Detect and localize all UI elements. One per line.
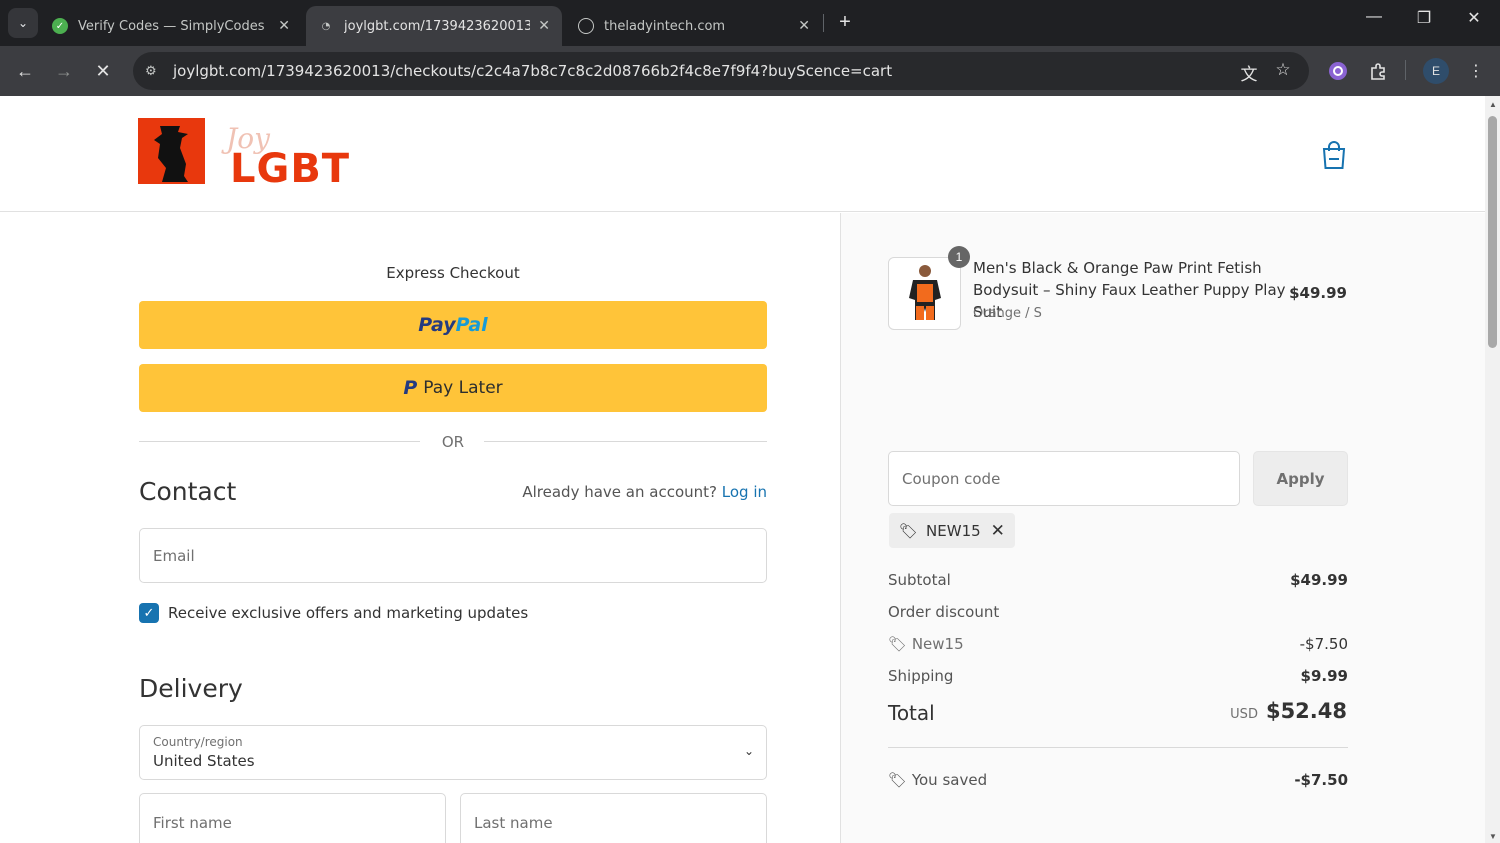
close-window-icon[interactable]: ✕ (1459, 8, 1489, 28)
last-name-field[interactable]: Last name (460, 793, 767, 843)
tab-theladyintech[interactable]: theladyintech.com ✕ (566, 6, 822, 46)
product-variant: Orange / S (973, 306, 1042, 321)
tag-icon: 🏷 (888, 635, 908, 653)
close-tab-icon[interactable]: ✕ (798, 18, 810, 34)
tag-icon: 🏷 (899, 521, 919, 540)
profile-avatar[interactable]: E (1423, 58, 1449, 84)
page-scrollbar[interactable]: ▲ ▼ (1485, 96, 1500, 843)
discount-value: -$7.50 (1299, 635, 1348, 653)
close-tab-icon[interactable]: ✕ (538, 18, 550, 34)
toolbar-divider (1405, 60, 1406, 80)
tag-icon: 🏷 (888, 771, 908, 789)
quantity-badge: 1 (948, 246, 970, 268)
applied-code: NEW15 (926, 521, 981, 540)
profile-initial: E (1431, 64, 1440, 78)
translate-icon[interactable]: 文 (1237, 60, 1261, 85)
order-summary: 1 Men's Black & Orange Paw Print Fetish … (840, 213, 1485, 843)
site-settings-icon[interactable]: ⚙ (145, 63, 163, 79)
coupon-placeholder: Coupon code (902, 470, 1001, 488)
login-link[interactable]: Log in (722, 483, 767, 501)
email-placeholder: Email (153, 547, 195, 565)
scroll-down-arrow-icon[interactable]: ▼ (1489, 832, 1497, 841)
account-prompt: Already have an account? Log in (522, 483, 767, 501)
total-label: Total (888, 701, 935, 725)
currency-code: USD (1230, 707, 1258, 722)
paypal-button[interactable]: PayPal (139, 301, 767, 349)
first-name-field[interactable]: First name (139, 793, 446, 843)
paypal-p-icon: P (403, 377, 418, 399)
checkout-page: Joy LGBT Express Checkout PayPal P Pay L… (0, 96, 1485, 843)
minimize-icon[interactable]: — (1359, 8, 1389, 26)
new-tab-plus-icon[interactable]: + (833, 10, 857, 34)
you-saved-label: You saved (911, 771, 988, 789)
shipping-row: Shipping $9.99 (888, 667, 1348, 685)
extension-purple-icon[interactable] (1325, 58, 1351, 84)
close-tab-icon[interactable]: ✕ (278, 18, 290, 34)
site-header: Joy LGBT (0, 96, 1485, 212)
restore-icon[interactable]: ❐ (1409, 8, 1439, 28)
scrollbar-thumb[interactable] (1488, 116, 1497, 348)
country-value: United States (153, 752, 255, 770)
country-label: Country/region (153, 735, 243, 749)
url-text[interactable]: joylgbt.com/1739423620013/checkouts/c2c4… (173, 62, 892, 80)
joylgbt-logo[interactable]: Joy LGBT (138, 118, 373, 192)
you-saved-row: 🏷 You saved -$7.50 (888, 771, 1348, 793)
shopping-bag-icon[interactable] (1320, 140, 1348, 170)
back-arrow-icon[interactable]: ← (13, 59, 37, 83)
or-divider: OR (139, 433, 767, 453)
marketing-label: Receive exclusive offers and marketing u… (168, 604, 529, 622)
apply-coupon-button[interactable]: Apply (1253, 451, 1348, 506)
total-amount: USD $52.48 (1230, 699, 1347, 723)
coupon-code-field[interactable]: Coupon code (888, 451, 1240, 506)
last-name-placeholder: Last name (474, 814, 553, 832)
subtotal-row: Subtotal $49.99 (888, 571, 1348, 589)
product-price: $49.99 (1289, 284, 1347, 302)
site-info-favicon-icon: ◔ (321, 20, 331, 32)
contact-heading: Contact (139, 477, 237, 506)
extensions-puzzle-icon[interactable] (1365, 58, 1391, 84)
you-saved-value: -$7.50 (1294, 771, 1348, 789)
checkout-form-column: Express Checkout PayPal P Pay Later OR C… (0, 213, 840, 843)
applied-discount-chip: 🏷 NEW15 ✕ (889, 513, 1015, 548)
delivery-heading: Delivery (139, 674, 243, 703)
marketing-opt-in[interactable]: ✓ Receive exclusive offers and marketing… (139, 603, 528, 623)
remove-discount-icon[interactable]: ✕ (991, 521, 1005, 541)
tab-simplycodes[interactable]: ✓ Verify Codes — SimplyCodes ✕ (40, 6, 302, 46)
tab-title: theladyintech.com (604, 18, 726, 34)
tab-title: Verify Codes — SimplyCodes (78, 18, 265, 34)
or-label: OR (441, 433, 465, 451)
pay-later-button[interactable]: P Pay Later (139, 364, 767, 412)
express-checkout-title: Express Checkout (386, 264, 520, 282)
discount-code-row: 🏷 New15 -$7.50 (888, 635, 1348, 657)
tab-divider (823, 14, 824, 32)
pay-later-label: Pay Later (423, 378, 503, 398)
total-value: $52.48 (1265, 699, 1347, 723)
shipping-value: $9.99 (1300, 667, 1348, 685)
globe-favicon-icon (578, 18, 594, 34)
simplycodes-favicon-icon: ✓ (52, 18, 68, 34)
summary-divider (888, 747, 1348, 748)
discount-code: New15 (911, 635, 964, 653)
tab-search-chevron-icon[interactable]: ⌄ (8, 8, 38, 38)
browser-tab-bar: ⌄ ✓ Verify Codes — SimplyCodes ✕ ◔ joylg… (0, 0, 1500, 46)
more-menu-icon[interactable]: ⋮ (1463, 58, 1489, 84)
tab-joylgbt-checkout[interactable]: ◔ joylgbt.com/1739423620013/ch ✕ (306, 6, 562, 46)
scroll-up-arrow-icon[interactable]: ▲ (1489, 100, 1497, 109)
paypal-logo: PayPal (418, 314, 488, 336)
product-thumbnail (888, 257, 961, 330)
marketing-checkbox[interactable]: ✓ (139, 603, 159, 623)
forward-arrow-icon[interactable]: → (52, 59, 76, 83)
tab-title: joylgbt.com/1739423620013/ch (344, 18, 531, 34)
country-select[interactable]: Country/region United States ⌄ (139, 725, 767, 780)
address-bar[interactable]: ⚙ joylgbt.com/1739423620013/checkouts/c2… (133, 52, 1309, 90)
stop-loading-icon[interactable]: ✕ (91, 59, 115, 83)
chevron-down-icon: ⌄ (743, 744, 754, 758)
subtotal-value: $49.99 (1290, 571, 1348, 589)
svg-text:LGBT: LGBT (230, 146, 350, 186)
email-field[interactable]: Email (139, 528, 767, 583)
browser-toolbar: ← → ✕ ⚙ joylgbt.com/1739423620013/checko… (0, 46, 1500, 96)
bookmark-star-icon[interactable]: ☆ (1271, 60, 1295, 80)
order-discount-row: Order discount (888, 603, 1000, 621)
first-name-placeholder: First name (153, 814, 232, 832)
